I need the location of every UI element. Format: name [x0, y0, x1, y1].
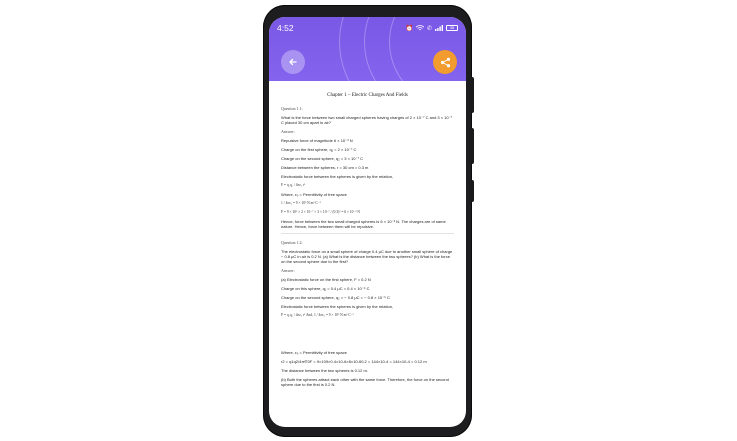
answer-line: Where, ε₀ = Permittivity of free space	[281, 350, 347, 355]
status-time: 4:52	[277, 23, 294, 33]
question-heading: Question 1.1:	[281, 106, 303, 111]
formula: F = q₁q₂ / 4πε₀ r² And, 1 / 4πε₀ = 9 × 1…	[281, 313, 354, 317]
formula: F = 9 × 10⁹ × 2 × 10⁻⁷ × 3 × 10⁻⁷ / (0.3…	[281, 210, 360, 214]
answer-line: Where, ε₀ = Permittivity of free space	[281, 192, 347, 197]
answer-line: Charge on this sphere, q₁ = 0.4 μC = 0.4…	[281, 286, 370, 291]
share-icon	[440, 57, 450, 67]
answer-conclusion: Hence, force between the two small charg…	[281, 219, 446, 229]
volume-down-button	[470, 128, 474, 164]
formula: 1 / 4πε₀ = 9 × 10⁹ N m² C⁻²	[281, 201, 321, 205]
answer-line: Charge on the second sphere, q₂ = 3 × 10…	[281, 156, 364, 161]
status-bar: 4:52 ⏰ ✆ 38	[277, 22, 458, 34]
battery-level: 38	[449, 25, 455, 30]
back-button[interactable]	[281, 50, 305, 74]
answer-line: r2 = q1q2/4π∈0F = 9×109×0.4×10-6×8×10-60…	[281, 359, 427, 364]
answer-line: Repulsive force of magnitude 6 × 10⁻³ N	[281, 138, 353, 143]
status-icons: ⏰ ✆ 38	[405, 25, 458, 32]
alarm-icon: ⏰	[405, 25, 413, 32]
answer-line: The distance between the two spheres is …	[281, 368, 368, 373]
answer-line: Electrostatic force between the spheres …	[281, 174, 394, 179]
answer-line: Electrostatic force between the spheres …	[281, 304, 394, 309]
document-content: Chapter 1 – Electric Charges And Fields …	[269, 81, 466, 427]
share-button[interactable]	[433, 50, 457, 74]
phone-screen: 4:52 ⏰ ✆ 38 Chapter 1 – Electric Charges…	[269, 17, 466, 427]
question-text: The electrostatic force on a small spher…	[281, 249, 453, 264]
wifi-icon	[415, 25, 424, 31]
formula: F = q₁q₂ / 4πε₀ r²	[281, 183, 306, 187]
app-header: 4:52 ⏰ ✆ 38	[269, 17, 466, 81]
divider	[281, 233, 454, 234]
answer-label: Answer:	[281, 268, 295, 273]
volume-up-button	[470, 77, 474, 113]
question-text: What is the force between two small char…	[281, 115, 453, 125]
answer-line: Charge on the first sphere, q₁ = 2 × 10⁻…	[281, 147, 357, 152]
answer-label: Answer:	[281, 129, 295, 134]
blank-space	[281, 322, 454, 350]
answer-line: (b) Both the spheres attract each other …	[281, 377, 449, 387]
question-heading: Question 1.2:	[281, 240, 303, 245]
phone-frame: 4:52 ⏰ ✆ 38 Chapter 1 – Electric Charges…	[263, 5, 474, 437]
answer-line: Distance between the spheres, r = 30 cm …	[281, 165, 369, 170]
battery-icon: 38	[446, 25, 458, 31]
answer-line: Charge on the second sphere, q₂ = − 0.8 …	[281, 295, 390, 300]
answer-line: (a) Electrostatic force on the first sph…	[281, 277, 371, 282]
arrow-left-icon	[289, 58, 297, 66]
chapter-title: Chapter 1 – Electric Charges And Fields	[327, 93, 408, 98]
call-icon: ✆	[426, 25, 432, 32]
signal-icon	[435, 25, 443, 31]
power-button	[470, 180, 474, 202]
